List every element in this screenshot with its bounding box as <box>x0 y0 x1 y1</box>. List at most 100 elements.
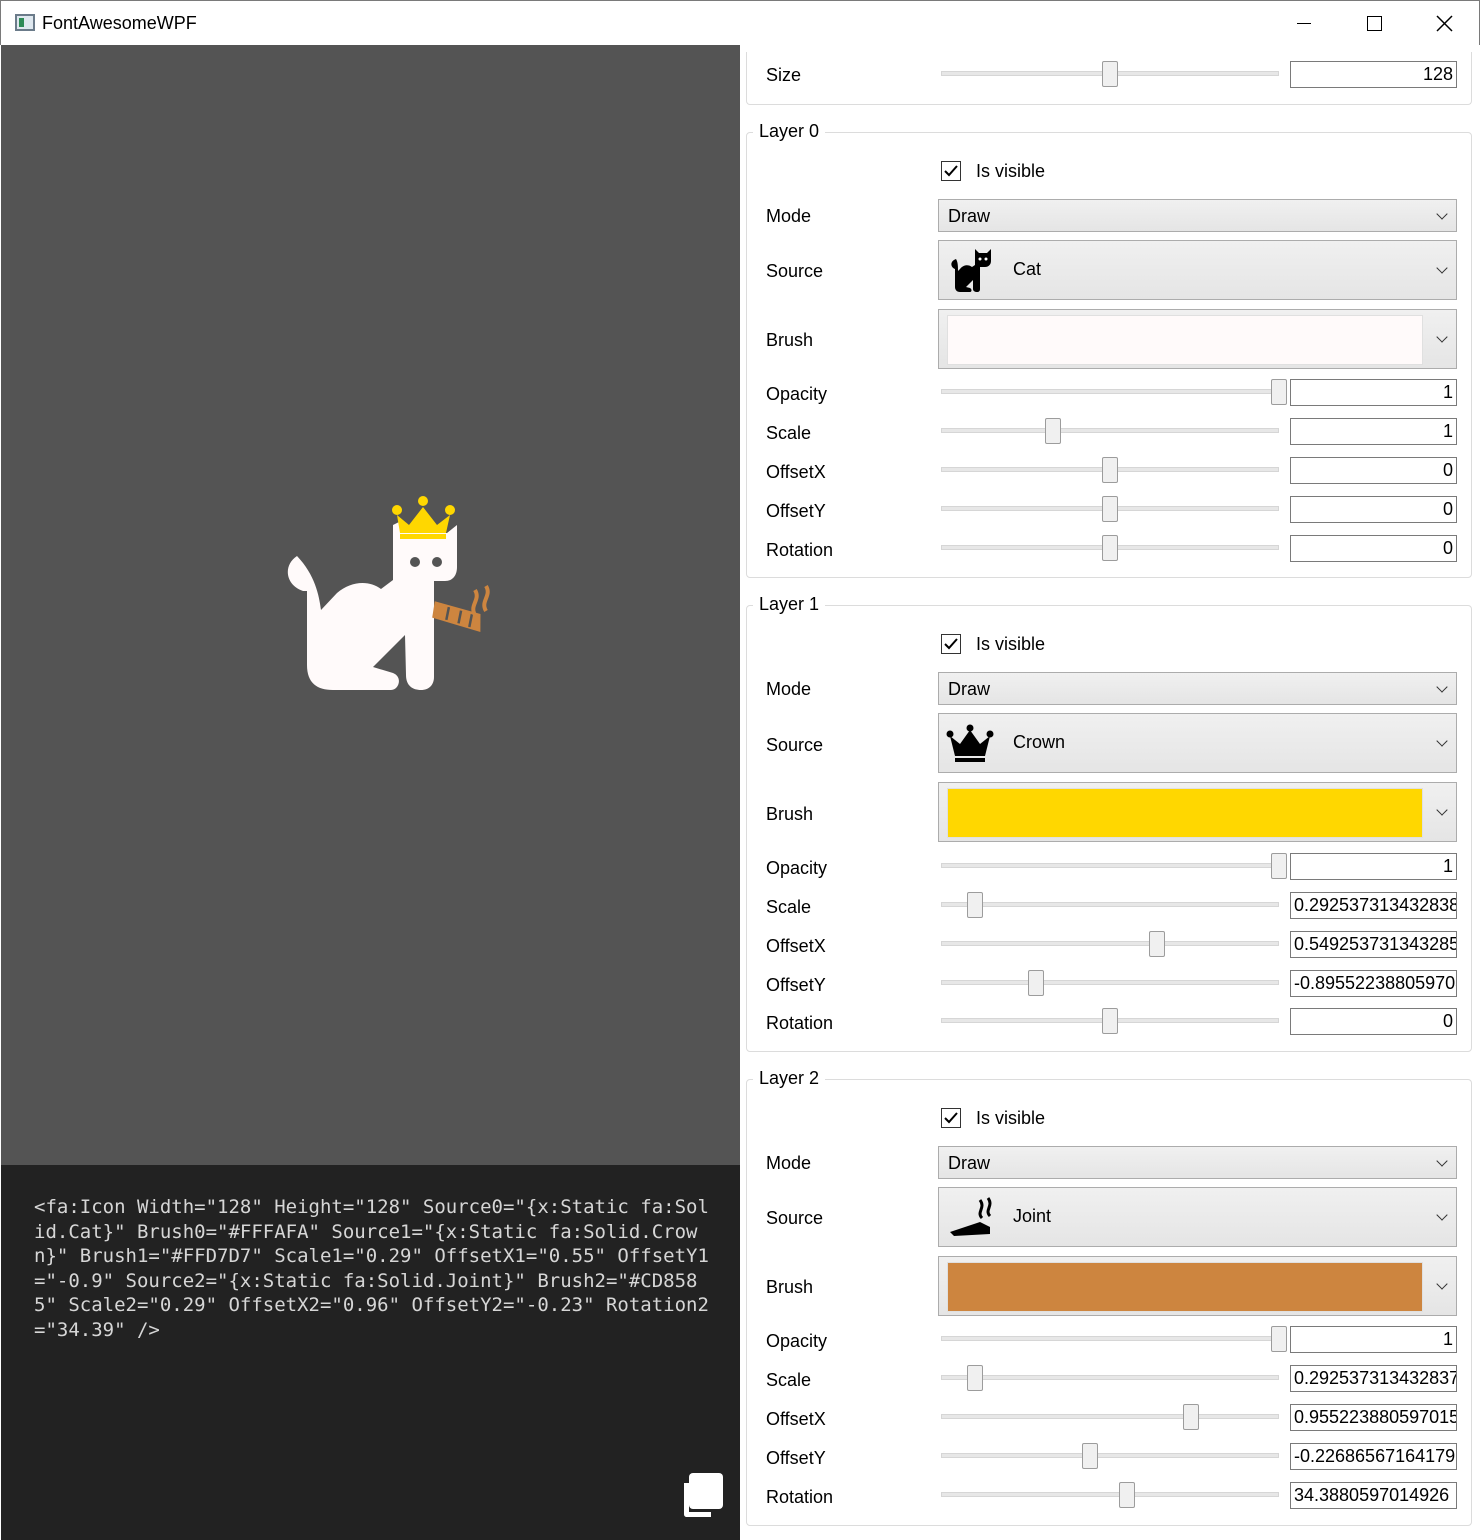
offset-y-input[interactable]: 0 <box>1290 496 1457 523</box>
slider-track <box>941 863 1279 868</box>
size-input[interactable]: 128 <box>1290 61 1457 88</box>
close-button[interactable] <box>1409 1 1479 45</box>
slider-thumb[interactable] <box>966 892 983 918</box>
opacity-input[interactable]: 1 <box>1290 379 1457 406</box>
rotation-input[interactable]: 0 <box>1290 1008 1457 1035</box>
is-visible-checkbox[interactable] <box>941 1108 961 1128</box>
rotation-label: Rotation <box>766 1013 834 1033</box>
slider-thumb[interactable] <box>1149 931 1166 957</box>
checkmark-icon <box>944 165 958 177</box>
offset-x-slider[interactable] <box>941 931 1279 957</box>
slider-thumb[interactable] <box>1102 535 1118 561</box>
slider-thumb[interactable] <box>1027 970 1044 996</box>
slider-track <box>941 1453 1279 1458</box>
slider-thumb[interactable] <box>1102 61 1118 87</box>
size-group: Size 128 <box>746 52 1472 105</box>
layer-title: Layer 1 <box>753 594 826 615</box>
brush-dropdown[interactable] <box>938 1256 1457 1316</box>
chevron-down-icon <box>1436 331 1448 343</box>
scale-slider[interactable] <box>941 1365 1279 1391</box>
scale-input[interactable]: 0.292537313432837 <box>1290 1365 1457 1392</box>
offset-x-label: OffsetX <box>766 1409 826 1429</box>
brush-dropdown[interactable] <box>938 309 1457 369</box>
cat-shape <box>287 521 457 690</box>
mode-dropdown[interactable]: Draw <box>938 199 1457 232</box>
brush-label: Brush <box>766 1277 814 1297</box>
properties-panel: Size 128 Layer 0 Is visible Mode Draw So… <box>740 45 1480 1540</box>
offset-x-input[interactable]: 0.955223880597015 <box>1290 1404 1457 1431</box>
slider-thumb[interactable] <box>966 1365 983 1391</box>
code-panel: <fa:Icon Width="128" Height="128" Source… <box>1 1165 740 1540</box>
rotation-input[interactable]: 0 <box>1290 535 1457 562</box>
rotation-slider[interactable] <box>941 1008 1279 1034</box>
slider-thumb[interactable] <box>1081 1443 1098 1469</box>
slider-thumb[interactable] <box>1102 457 1118 483</box>
chevron-down-icon <box>1436 1154 1448 1167</box>
scale-label: Scale <box>766 897 812 917</box>
copy-button[interactable] <box>675 1470 727 1522</box>
crown-shape <box>392 496 455 539</box>
opacity-label: Opacity <box>766 1331 828 1351</box>
slider-thumb[interactable] <box>1044 418 1061 444</box>
cat-icon <box>951 249 991 292</box>
rotation-label: Rotation <box>766 1487 834 1507</box>
offset-y-input[interactable]: -0.895522388059703 <box>1290 970 1457 997</box>
slider-thumb[interactable] <box>1271 853 1287 879</box>
brush-swatch <box>947 315 1423 365</box>
scale-label: Scale <box>766 1370 812 1390</box>
scale-input[interactable]: 0.292537313432838 <box>1290 892 1457 919</box>
opacity-input[interactable]: 1 <box>1290 1326 1457 1353</box>
source-value: Cat <box>1013 259 1042 279</box>
size-slider[interactable] <box>941 61 1279 87</box>
maximize-button[interactable] <box>1339 1 1409 45</box>
crown-icon <box>946 724 994 762</box>
opacity-slider[interactable] <box>941 379 1287 405</box>
window-title: FontAwesomeWPF <box>42 13 197 33</box>
is-visible-checkbox[interactable] <box>941 634 961 654</box>
offset-x-slider[interactable] <box>941 1404 1279 1430</box>
is-visible-checkbox[interactable] <box>941 161 961 181</box>
layer-title: Layer 2 <box>753 1068 826 1089</box>
offset-x-input[interactable]: 0 <box>1290 457 1457 484</box>
source-dropdown[interactable]: Joint <box>938 1187 1457 1247</box>
mode-value: Draw <box>948 1153 991 1173</box>
offset-y-label: OffsetY <box>766 1448 826 1468</box>
scale-input[interactable]: 1 <box>1290 418 1457 445</box>
offset-y-slider[interactable] <box>941 496 1279 522</box>
rotation-label: Rotation <box>766 540 834 560</box>
slider-thumb[interactable] <box>1183 1404 1200 1430</box>
offset-y-input[interactable]: -0.226865671641792 <box>1290 1443 1457 1470</box>
brush-dropdown[interactable] <box>938 782 1457 842</box>
chevron-down-icon <box>1436 262 1448 274</box>
scale-slider[interactable] <box>941 418 1279 444</box>
offset-y-slider[interactable] <box>941 970 1279 996</box>
scale-slider[interactable] <box>941 892 1279 918</box>
title-bar: FontAwesomeWPF <box>0 0 1480 45</box>
mode-dropdown[interactable]: Draw <box>938 672 1457 705</box>
slider-track <box>941 428 1279 433</box>
offset-y-slider[interactable] <box>941 1443 1279 1469</box>
slider-track <box>941 1336 1279 1341</box>
layer-1-group: Layer 1 Is visible Mode Draw Source Crow… <box>746 594 1472 1052</box>
slider-thumb[interactable] <box>1102 1008 1118 1034</box>
brush-label: Brush <box>766 804 814 824</box>
slider-thumb[interactable] <box>1102 496 1118 522</box>
source-dropdown[interactable]: Cat <box>938 240 1457 300</box>
rotation-slider[interactable] <box>941 535 1279 561</box>
chevron-down-icon <box>1436 207 1448 220</box>
opacity-slider[interactable] <box>941 1326 1287 1352</box>
source-dropdown[interactable]: Crown <box>938 713 1457 773</box>
opacity-input[interactable]: 1 <box>1290 853 1457 880</box>
offset-x-slider[interactable] <box>941 457 1279 483</box>
opacity-slider[interactable] <box>941 853 1287 879</box>
slider-thumb[interactable] <box>1271 379 1287 405</box>
slider-thumb[interactable] <box>1271 1326 1287 1352</box>
minimize-button[interactable] <box>1269 1 1339 45</box>
chevron-down-icon <box>1436 1209 1448 1221</box>
rotation-input[interactable]: 34.3880597014926 <box>1290 1482 1457 1509</box>
slider-thumb[interactable] <box>1118 1482 1135 1508</box>
mode-value: Draw <box>948 206 991 226</box>
mode-dropdown[interactable]: Draw <box>938 1146 1457 1179</box>
rotation-slider[interactable] <box>941 1482 1279 1508</box>
offset-x-input[interactable]: 0.549253731343285 <box>1290 931 1457 958</box>
